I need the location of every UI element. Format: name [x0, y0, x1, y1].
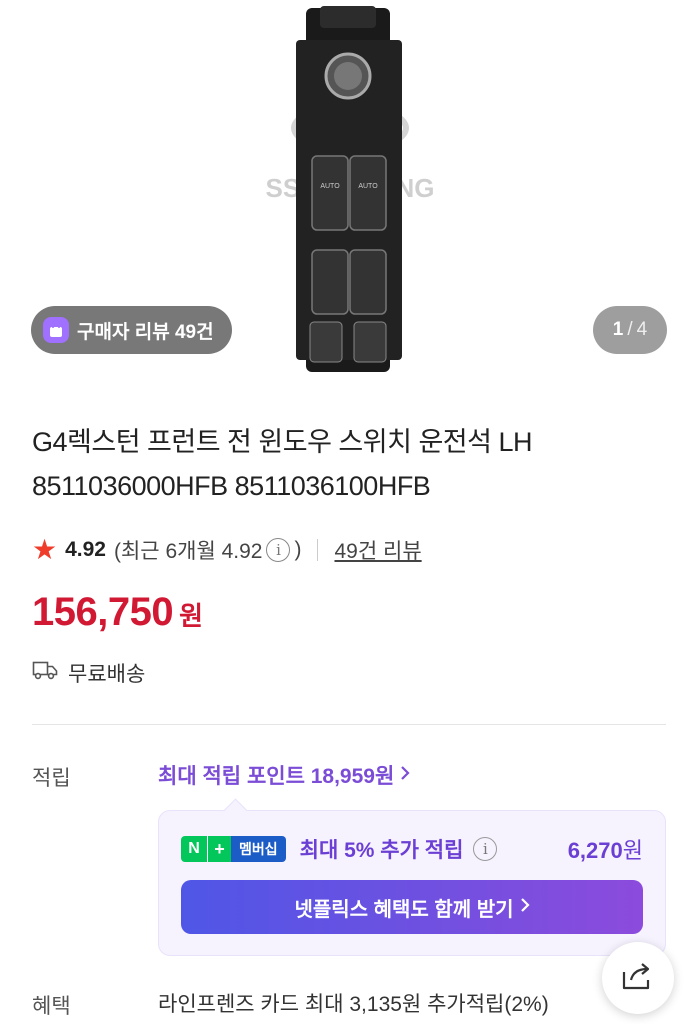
- star-icon: ★: [32, 534, 58, 565]
- membership-benefit-box: N + 멤버십 최대 5% 추가 적립 i 6,270원 넷플릭스 혜택도 함께…: [158, 810, 666, 956]
- membership-extra-points: 최대 5% 추가 적립: [299, 839, 464, 862]
- rating-row: ★ 4.92 (최근 6개월 4.92 i ) 49건 리뷰: [32, 532, 422, 568]
- membership-amount-unit: 원: [622, 838, 643, 863]
- naver-plus-membership-badge: N + 멤버십: [181, 836, 286, 862]
- image-counter-current: 1: [612, 319, 624, 340]
- plus-icon: +: [207, 836, 231, 862]
- buyer-review-pill[interactable]: 구매자 리뷰 49건: [31, 306, 232, 354]
- chevron-right-icon: [400, 763, 410, 787]
- benefit-label: 혜택: [32, 995, 71, 1018]
- price-unit: 원: [179, 601, 204, 631]
- product-title: G4렉스턴 프런트 전 윈도우 스위치 운전석 LH 8511036000HFB…: [32, 427, 532, 501]
- membership-row: N + 멤버십 최대 5% 추가 적립 i 6,270원: [181, 833, 643, 865]
- membership-amount-value: 6,270: [567, 838, 623, 863]
- svg-text:AUTO: AUTO: [358, 183, 378, 190]
- membership-tag: 멤버십: [231, 836, 286, 862]
- divider: [317, 539, 319, 561]
- truck-icon: [32, 659, 58, 687]
- max-points-text: 최대 적립 포인트 18,959원: [158, 765, 395, 788]
- naver-n-logo: N: [181, 836, 207, 862]
- review-link[interactable]: 49건 리뷰: [334, 535, 421, 565]
- chevron-right-icon: [520, 896, 530, 919]
- points-label: 적립: [32, 767, 71, 790]
- info-icon[interactable]: i: [266, 538, 291, 562]
- membership-info-icon[interactable]: i: [473, 837, 498, 861]
- product-image-gallery[interactable]: SSANGYONG AUTO AUTO 구매자 리뷰 49건 1 / 4: [0, 0, 698, 392]
- card-benefit-text[interactable]: 라인프렌즈 카드 최대 3,135원 추가적립(2%): [158, 988, 549, 1018]
- image-counter-divider: /: [627, 319, 633, 340]
- shipping-info: 무료배송: [32, 656, 145, 690]
- max-points-link[interactable]: 최대 적립 포인트 18,959원: [158, 760, 410, 790]
- image-counter-total: 4: [636, 319, 648, 340]
- shopping-bag-icon: [43, 317, 69, 343]
- price-value: 156,750: [32, 590, 174, 634]
- image-counter: 1 / 4: [593, 306, 667, 354]
- netflix-benefit-label: 넷플릭스 혜택도 함께 받기: [294, 898, 514, 921]
- shipping-label: 무료배송: [68, 663, 146, 686]
- buyer-review-label: 구매자 리뷰 49건: [77, 321, 214, 343]
- rating-recent: (최근 6개월 4.92: [113, 540, 263, 563]
- rating-score: 4.92: [65, 538, 106, 561]
- netflix-benefit-button[interactable]: 넷플릭스 혜택도 함께 받기: [181, 880, 643, 934]
- price: 156,750 원: [32, 590, 203, 635]
- membership-amount: 6,270원: [568, 833, 643, 865]
- rating-recent-close: ): [294, 538, 302, 561]
- share-button[interactable]: [602, 942, 674, 1014]
- share-icon: [621, 961, 655, 996]
- svg-text:AUTO: AUTO: [320, 183, 340, 190]
- section-divider: [32, 724, 666, 725]
